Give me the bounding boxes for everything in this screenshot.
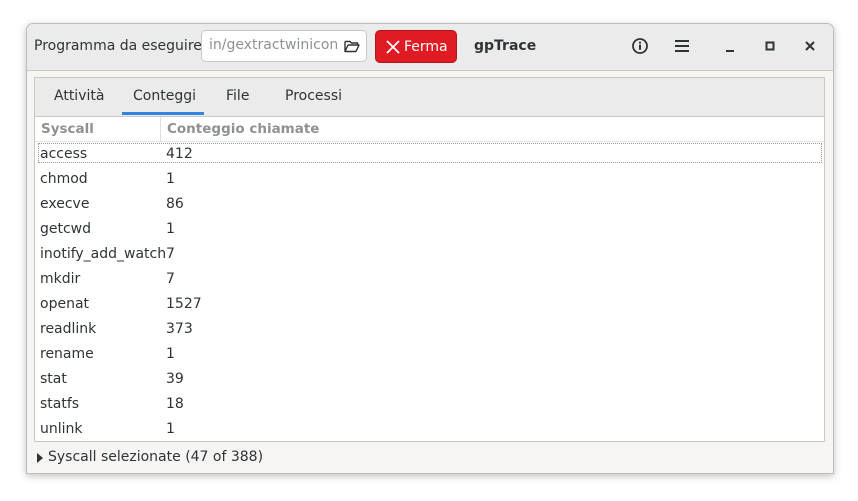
- close-icon[interactable]: [798, 34, 822, 58]
- table-row[interactable]: execve 86: [35, 193, 824, 218]
- syscall-name: rename: [40, 346, 94, 362]
- syscall-name: execve: [40, 196, 90, 212]
- table-row[interactable]: stat 39: [35, 368, 824, 393]
- call-count: 1527: [166, 296, 202, 312]
- table-row[interactable]: getcwd 1: [35, 218, 824, 243]
- syscall-name: readlink: [40, 321, 97, 337]
- syscall-name: inotify_add_watch: [40, 246, 167, 262]
- syscall-name: getcwd: [40, 221, 92, 237]
- stop-button[interactable]: Ferma: [375, 30, 457, 63]
- expander-label: Syscall selezionate (47 of 388): [48, 449, 264, 465]
- table-row[interactable]: inotify_add_watch 7: [35, 243, 824, 268]
- call-count: 86: [166, 196, 184, 212]
- table-header: Syscall Conteggio chiamate: [35, 117, 824, 142]
- active-tab-indicator: [122, 112, 204, 115]
- call-count: 39: [166, 371, 184, 387]
- table-row[interactable]: rename 1: [35, 343, 824, 368]
- header-bar: Programma da eseguire: Ferma gpTrace: [27, 24, 833, 71]
- stop-label: Ferma: [404, 39, 448, 55]
- call-count: 1: [166, 421, 175, 437]
- call-count: 7: [166, 246, 175, 262]
- syscall-name: stat: [40, 371, 67, 387]
- call-count: 1: [166, 346, 175, 362]
- maximize-icon[interactable]: [758, 34, 782, 58]
- window-title: gpTrace: [474, 38, 537, 54]
- info-icon[interactable]: [628, 34, 652, 58]
- table-row[interactable]: openat 1527: [35, 293, 824, 318]
- table-row[interactable]: mkdir 7: [35, 268, 824, 293]
- app-window: Programma da eseguire: Ferma gpTrace: [26, 23, 834, 474]
- call-count: 7: [166, 271, 175, 287]
- program-entry[interactable]: [201, 30, 367, 62]
- table-row[interactable]: statfs 18: [35, 393, 824, 418]
- call-count: 1: [166, 171, 175, 187]
- column-divider: [160, 117, 161, 141]
- column-header-count[interactable]: Conteggio chiamate: [167, 121, 319, 137]
- tab-attivita[interactable]: Attività: [54, 88, 104, 104]
- close-x-icon: [386, 40, 400, 54]
- syscall-name: unlink: [40, 421, 83, 437]
- main-panel: Attività Conteggi File Processi Syscall …: [34, 77, 825, 442]
- call-count: 1: [166, 221, 175, 237]
- syscall-name: statfs: [40, 396, 80, 412]
- table-row[interactable]: access 412: [35, 143, 824, 168]
- syscall-name: access: [40, 146, 88, 162]
- syscall-name: chmod: [40, 171, 88, 187]
- tab-file[interactable]: File: [226, 88, 249, 104]
- tab-processi[interactable]: Processi: [285, 88, 342, 104]
- expander-arrow-icon: [37, 453, 43, 463]
- table-row[interactable]: readlink 373: [35, 318, 824, 343]
- program-label: Programma da eseguire:: [34, 38, 207, 54]
- syscall-table: access 412 chmod 1 execve 86 getcwd 1 inotif…: [35, 143, 824, 443]
- folder-open-icon[interactable]: [344, 39, 360, 53]
- program-input[interactable]: [209, 37, 337, 53]
- call-count: 18: [166, 396, 184, 412]
- tab-bar: Attività Conteggi File Processi: [35, 78, 824, 117]
- table-row[interactable]: chmod 1: [35, 168, 824, 193]
- hamburger-menu-icon[interactable]: [670, 34, 694, 58]
- column-header-syscall[interactable]: Syscall: [41, 121, 94, 137]
- call-count: 412: [166, 146, 193, 162]
- call-count: 373: [166, 321, 193, 337]
- syscall-name: mkdir: [40, 271, 81, 287]
- tab-conteggi[interactable]: Conteggi: [133, 88, 196, 104]
- minimize-icon[interactable]: [718, 34, 742, 58]
- table-row[interactable]: unlink 1: [35, 418, 824, 443]
- syscall-name: openat: [40, 296, 90, 312]
